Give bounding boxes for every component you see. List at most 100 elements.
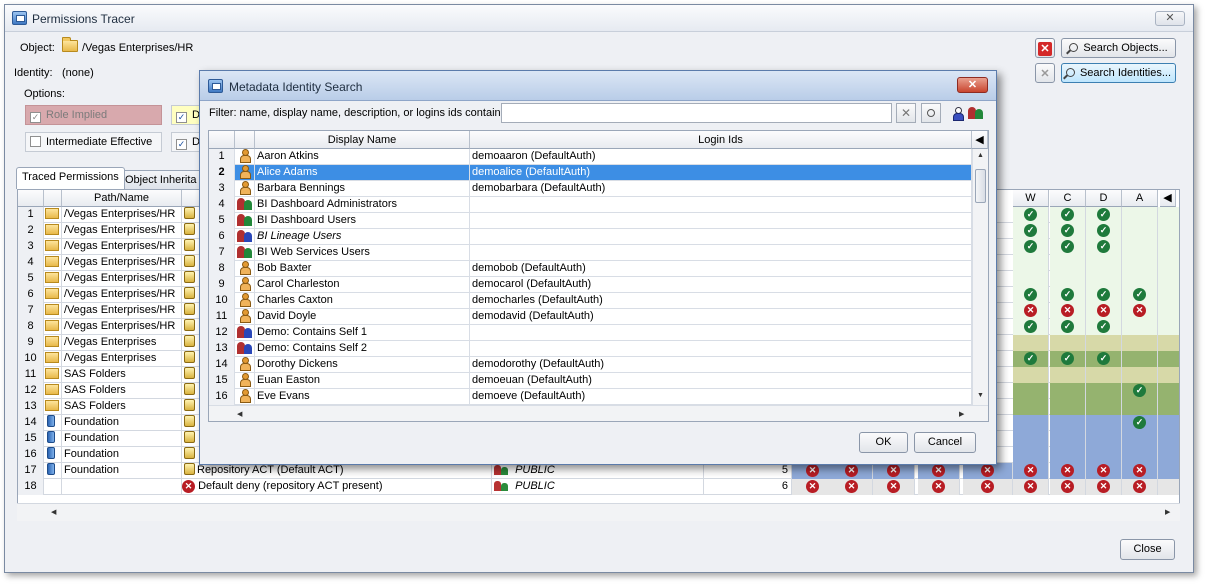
list-item[interactable]: 10 Charles Caxton democharles (DefaultAuth… (209, 293, 972, 309)
perm-cell (1122, 319, 1158, 335)
search-identities-button[interactable]: Search Identities... (1061, 63, 1176, 83)
list-item[interactable]: 15 Euan Easton demoeuan (DefaultAuth) (209, 373, 972, 389)
lock-icon (184, 383, 195, 395)
display-name-header[interactable]: Display Name (255, 131, 470, 149)
lock-icon (184, 271, 195, 283)
list-item[interactable]: 5 BI Dashboard Users (209, 213, 972, 229)
display-name-cell: Carol Charleston (255, 277, 470, 293)
row-filler (1158, 303, 1179, 319)
search-button[interactable] (921, 103, 941, 123)
list-item[interactable]: 13 Demo: Contains Self 2 (209, 341, 972, 357)
row-filler (1158, 463, 1179, 479)
list-item[interactable]: 8 Bob Baxter demobob (DefaultAuth) (209, 261, 972, 277)
lock-icon (184, 447, 195, 459)
identity-type-cell (235, 245, 255, 261)
lock-icon (184, 415, 195, 427)
perm-cell (1122, 447, 1158, 463)
login-ids-header[interactable]: Login Ids (470, 131, 972, 149)
search-objects-button[interactable]: Search Objects... (1061, 38, 1176, 58)
deny-icon: ✕ (806, 479, 819, 493)
perm-cell (1013, 271, 1049, 287)
clear-object-button[interactable]: ✕ (1035, 38, 1055, 58)
list-item[interactable]: 1 Aaron Atkins demoaaron (DefaultAuth) (209, 149, 972, 165)
column-chooser-button[interactable]: ◀ (1160, 190, 1176, 207)
table-row[interactable]: 17 Foundation Repository ACT (Default ACT)… (18, 463, 1179, 479)
perm-cell (1013, 431, 1049, 447)
type-header (235, 131, 255, 149)
list-item[interactable]: 12 Demo: Contains Self 1 (209, 325, 972, 341)
intermediate-effective-checkbox[interactable]: Intermediate Effective (25, 132, 162, 152)
checkmark-icon: ✓ (176, 112, 187, 123)
list-item[interactable]: 9 Carol Charleston democarol (DefaultAuth) (209, 277, 972, 293)
list-item[interactable]: 6 BI Lineage Users (209, 229, 972, 245)
list-item[interactable]: 14 Dorothy Dickens demodorothy (DefaultAut… (209, 357, 972, 373)
clear-identity-button[interactable]: ✕ (1035, 63, 1055, 83)
users-filter-icon[interactable] (953, 107, 964, 121)
perm-cell: ✓ (1086, 223, 1122, 239)
level-cell: 5 (704, 463, 792, 479)
perm-cell (1013, 383, 1049, 399)
object-folder-icon (62, 37, 78, 53)
checkbox-box (30, 136, 41, 147)
perm-col-header[interactable]: W (1013, 190, 1049, 207)
grant-icon: ✓ (1024, 239, 1037, 253)
identity-type-cell (235, 373, 255, 389)
perm-cell (1086, 447, 1122, 463)
cancel-button[interactable]: Cancel (914, 432, 976, 453)
path-name-cell: SAS Folders (62, 367, 182, 383)
clear-filter-button[interactable]: ✕ (896, 103, 916, 123)
perm-col-header[interactable]: C (1050, 190, 1086, 207)
row-filler (1158, 367, 1179, 383)
tab-traced-permissions[interactable]: Traced Permissions (16, 167, 125, 189)
table-row[interactable]: 18 ✕ Default deny (repository ACT present… (18, 479, 1179, 495)
path-name-header[interactable]: Path/Name (62, 190, 182, 207)
list-item[interactable]: 4 BI Dashboard Administrators (209, 197, 972, 213)
deny-icon: ✕ (1061, 303, 1074, 317)
d-option-checkbox-1[interactable]: ✓ D (171, 105, 201, 125)
row-filler (1158, 383, 1179, 399)
lock-icon (184, 399, 195, 411)
row-filler (1158, 335, 1179, 351)
window-close-button[interactable]: ✕ (1155, 11, 1185, 26)
ok-button[interactable]: OK (859, 432, 908, 453)
window-title: Permissions Tracer (32, 12, 135, 26)
user-icon (240, 149, 251, 163)
perm-cell (1122, 223, 1158, 239)
perm-col-header[interactable]: A (1122, 190, 1158, 207)
grant-icon: ✓ (1061, 223, 1074, 237)
deny-icon: ✕ (932, 463, 945, 477)
perm-col-header[interactable]: D (1086, 190, 1122, 207)
deny-icon: ✕ (1061, 463, 1074, 477)
path-name-cell: Foundation (62, 415, 182, 431)
display-name-cell: BI Dashboard Administrators (255, 197, 470, 213)
scrollbar-thumb[interactable] (975, 169, 986, 203)
horizontal-scrollbar[interactable]: ◀ ▶ (17, 503, 1180, 521)
list-item[interactable]: 7 BI Web Services Users (209, 245, 972, 261)
perm-cell: ✕ (963, 463, 1013, 479)
d-option-checkbox-2[interactable]: ✓ D (171, 132, 201, 152)
vertical-scrollbar[interactable]: ▲ ▼ (972, 149, 988, 405)
perm-cell (1013, 335, 1049, 351)
role-implied-checkbox[interactable]: ✓ Role Implied (25, 105, 162, 125)
deny-icon: ✕ (845, 479, 858, 493)
display-name-cell: Bob Baxter (255, 261, 470, 277)
filter-input[interactable] (501, 103, 892, 123)
row-filler (1158, 319, 1179, 335)
list-item[interactable]: 16 Eve Evans demoeve (DefaultAuth) (209, 389, 972, 405)
grant-icon: ✓ (1024, 351, 1037, 365)
list-item[interactable]: 11 David Doyle demodavid (DefaultAuth) (209, 309, 972, 325)
dialog-close-button[interactable]: ✕ (957, 77, 988, 93)
list-item[interactable]: 2 Alice Adams demoalice (DefaultAuth) (209, 165, 972, 181)
perm-cell (1122, 207, 1158, 223)
column-chooser-button[interactable]: ◀ (972, 131, 988, 149)
list-item[interactable]: 3 Barbara Bennings demobarbara (DefaultAut… (209, 181, 972, 197)
close-button[interactable]: Close (1120, 539, 1175, 560)
metadata-identity-search-dialog: Metadata Identity Search ✕ Filter: name,… (199, 70, 997, 465)
identity-type-cell (235, 149, 255, 165)
horizontal-scrollbar[interactable]: ◀ ▶ (209, 405, 988, 421)
tab-object-inheritance[interactable]: Object Inherita (119, 170, 203, 190)
grant-icon: ✓ (1133, 415, 1146, 429)
grant-icon: ✓ (1097, 319, 1110, 333)
groups-filter-icon[interactable] (968, 106, 984, 120)
perm-cell: ✓ (1050, 351, 1086, 367)
